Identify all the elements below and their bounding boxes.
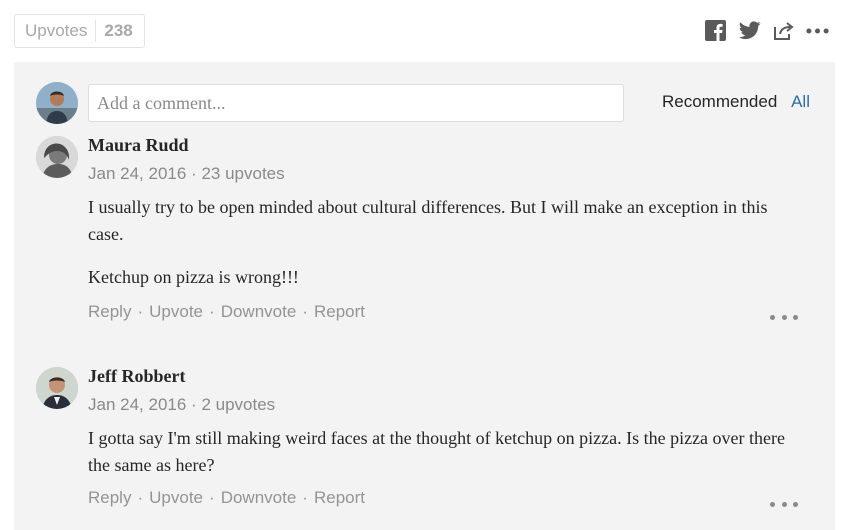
more-options-icon[interactable] bbox=[806, 19, 829, 42]
upvote-label: Upvotes bbox=[25, 21, 88, 40]
comment-upvote-count[interactable]: 2 upvotes bbox=[201, 395, 275, 414]
comment-meta: Jan 24, 2016 · 23 upvotes bbox=[88, 164, 285, 184]
upvote-button[interactable]: Upvotes 238 bbox=[14, 14, 145, 48]
comment-more-icon[interactable] bbox=[770, 312, 798, 322]
comment-author-name[interactable]: Maura Rudd bbox=[88, 135, 189, 156]
sort-all[interactable]: All bbox=[791, 92, 810, 111]
comment-author-avatar[interactable] bbox=[36, 367, 78, 409]
action-separator: · bbox=[209, 488, 215, 507]
comment-more-icon[interactable] bbox=[770, 499, 798, 509]
comment-input-box[interactable] bbox=[88, 84, 624, 122]
meta-separator: · bbox=[191, 164, 197, 183]
comment-date[interactable]: Jan 24, 2016 bbox=[88, 395, 186, 414]
upvote-count: 238 bbox=[104, 21, 133, 40]
downvote-link[interactable]: Downvote bbox=[221, 302, 297, 321]
comment-input[interactable] bbox=[89, 85, 623, 121]
upvote-link[interactable]: Upvote bbox=[149, 302, 203, 321]
comment-paragraph: Ketchup on pizza is wrong!!! bbox=[88, 267, 299, 287]
comment-author-name[interactable]: Jeff Robbert bbox=[88, 366, 185, 387]
comment-body: I usually try to be open minded about cu… bbox=[88, 194, 798, 291]
answer-footer: Upvotes 238 bbox=[0, 0, 849, 62]
comment-actions: Reply · Upvote · Downvote · Report bbox=[88, 302, 365, 322]
twitter-icon[interactable] bbox=[738, 19, 761, 42]
report-link[interactable]: Report bbox=[314, 488, 365, 507]
comment-meta: Jan 24, 2016 · 2 upvotes bbox=[88, 395, 275, 415]
action-separator: · bbox=[137, 488, 144, 507]
comment-author-avatar[interactable] bbox=[36, 136, 78, 178]
comment-upvote-count[interactable]: 23 upvotes bbox=[201, 164, 284, 183]
facebook-icon[interactable] bbox=[704, 19, 727, 42]
share-icon[interactable] bbox=[772, 19, 795, 42]
action-separator: · bbox=[302, 488, 308, 507]
action-separator: · bbox=[209, 302, 215, 321]
comments-panel: Recommended All Maura Rudd Jan 24, 2016 … bbox=[14, 62, 835, 530]
comment-sort: Recommended All bbox=[662, 92, 810, 112]
share-bar bbox=[704, 19, 829, 42]
current-user-avatar bbox=[36, 82, 78, 124]
comment-actions: Reply · Upvote · Downvote · Report bbox=[88, 488, 365, 508]
sort-recommended[interactable]: Recommended bbox=[662, 92, 777, 111]
comment-paragraph: I usually try to be open minded about cu… bbox=[88, 197, 768, 244]
comment-paragraph: I gotta say I'm still making weird faces… bbox=[88, 428, 786, 475]
downvote-link[interactable]: Downvote bbox=[221, 488, 297, 507]
comment-body: I gotta say I'm still making weird faces… bbox=[88, 425, 798, 479]
reply-link[interactable]: Reply bbox=[88, 488, 131, 507]
reply-link[interactable]: Reply bbox=[88, 302, 131, 321]
meta-separator: · bbox=[191, 395, 197, 414]
action-separator: · bbox=[302, 302, 308, 321]
report-link[interactable]: Report bbox=[314, 302, 365, 321]
upvote-link[interactable]: Upvote bbox=[149, 488, 203, 507]
action-separator: · bbox=[137, 302, 144, 321]
comment-date[interactable]: Jan 24, 2016 bbox=[88, 164, 186, 183]
